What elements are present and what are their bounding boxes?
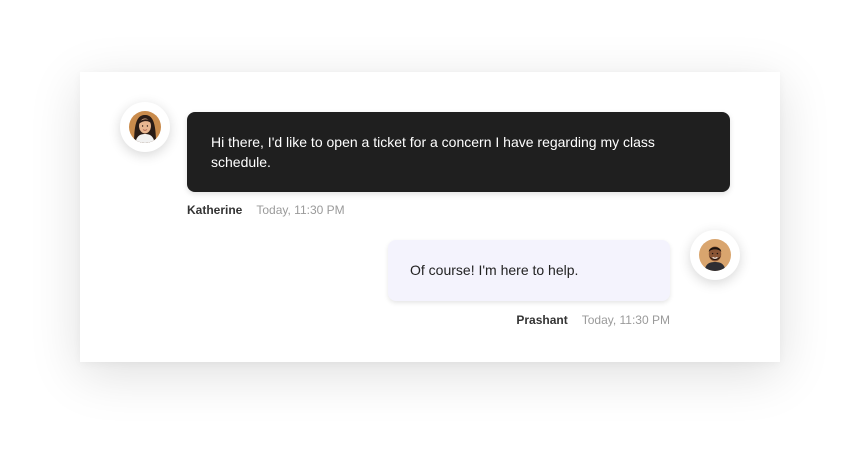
sender-name: Katherine xyxy=(187,203,243,217)
message-timestamp: Today, 11:30 PM xyxy=(256,203,345,217)
man-avatar-icon xyxy=(699,239,731,271)
avatar-prashant[interactable] xyxy=(690,230,740,280)
avatar-katherine[interactable] xyxy=(120,102,170,152)
message-text: Of course! I'm here to help. xyxy=(410,262,579,278)
message-bubble-prashant: Of course! I'm here to help. xyxy=(388,240,670,301)
message-text: Hi there, I'd like to open a ticket for … xyxy=(211,134,655,170)
sender-name: Prashant xyxy=(516,313,568,327)
message-meta-katherine: Katherine Today, 11:30 PM xyxy=(187,203,345,217)
message-timestamp: Today, 11:30 PM xyxy=(581,313,670,327)
chat-panel: Hi there, I'd like to open a ticket for … xyxy=(80,72,780,362)
message-meta-prashant: Prashant Today, 11:30 PM xyxy=(516,313,670,327)
message-bubble-katherine: Hi there, I'd like to open a ticket for … xyxy=(187,112,730,192)
woman-avatar-icon xyxy=(129,111,161,143)
